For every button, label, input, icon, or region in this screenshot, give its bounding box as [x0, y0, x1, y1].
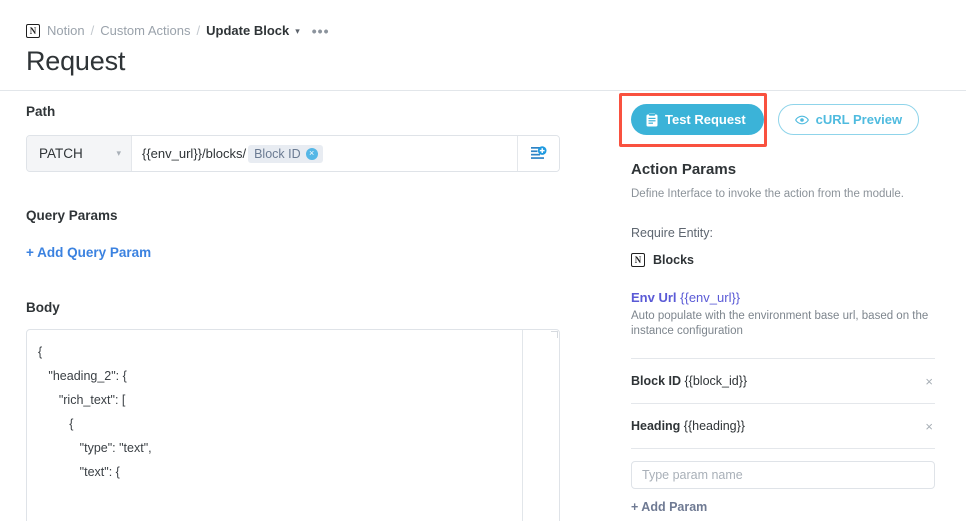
breadcrumb-item-custom-actions[interactable]: Custom Actions	[100, 23, 190, 39]
clipboard-icon	[646, 112, 658, 126]
http-method-select[interactable]: PATCH ▾	[27, 136, 132, 171]
breadcrumb-separator: /	[90, 23, 95, 38]
query-params-section-label: Query Params	[26, 208, 118, 223]
action-params-title: Action Params	[631, 161, 737, 178]
page-header: N Notion / Custom Actions / Update Block…	[0, 0, 966, 91]
entity-name: Blocks	[653, 253, 694, 267]
param-name-block-id: Block ID	[631, 374, 682, 388]
env-url-title: Env Url {{env_url}}	[631, 290, 935, 305]
param-token-block-id: {{block_id}}	[684, 374, 748, 388]
resize-handle[interactable]	[551, 331, 558, 338]
entity-row: N Blocks	[631, 253, 935, 267]
remove-param-icon[interactable]: ×	[923, 375, 935, 388]
env-url-description: Auto populate with the environment base …	[631, 310, 929, 337]
env-url-param: Env Url {{env_url}} Auto populate with t…	[631, 290, 935, 339]
more-options-icon[interactable]: •••	[312, 24, 330, 38]
action-buttons-row: Test Request cURL Preview	[631, 104, 935, 135]
remove-param-icon[interactable]: ×	[923, 420, 935, 433]
chevron-down-icon[interactable]: ▾	[295, 26, 300, 36]
http-method-value: PATCH	[39, 146, 83, 161]
insert-variable-button[interactable]	[517, 136, 559, 171]
add-query-param-link[interactable]: + Add Query Param	[26, 245, 151, 260]
eye-icon	[794, 115, 809, 124]
curl-preview-button[interactable]: cURL Preview	[777, 104, 920, 135]
breadcrumb-separator: /	[196, 23, 201, 38]
path-variable-chip-label: Block ID	[254, 146, 301, 161]
request-right-panel: Test Request cURL Preview Action Params …	[619, 93, 935, 516]
action-params-subtitle: Define Interface to invoke the action fr…	[631, 188, 904, 200]
test-request-button[interactable]: Test Request	[631, 104, 764, 135]
path-url-text: {{env_url}}/blocks/	[142, 146, 247, 161]
curl-preview-label: cURL Preview	[815, 112, 903, 127]
param-label: Block ID {{block_id}}	[631, 374, 747, 388]
breadcrumb: N Notion / Custom Actions / Update Block…	[26, 23, 329, 39]
page-title: Request	[26, 46, 126, 76]
path-variable-chip[interactable]: Block ID ×	[248, 144, 323, 163]
chevron-down-icon: ▾	[116, 148, 121, 158]
path-section-label: Path	[26, 104, 56, 119]
breadcrumb-item-notion[interactable]: Notion	[47, 23, 85, 39]
body-code-content: { "heading_2": { "rich_text": [ { "type"…	[38, 345, 152, 479]
header-divider	[0, 90, 966, 91]
request-editor-page: N Notion / Custom Actions / Update Block…	[0, 0, 966, 521]
param-divider	[631, 448, 935, 449]
close-icon[interactable]: ×	[305, 147, 318, 160]
body-section-label: Body	[26, 300, 60, 315]
path-field-row: PATCH ▾ {{env_url}}/blocks/ Block ID ×	[26, 135, 560, 172]
param-label: Heading {{heading}}	[631, 419, 745, 433]
param-token-heading: {{heading}}	[683, 419, 745, 433]
env-url-token: {{env_url}}	[680, 290, 741, 305]
new-param-input[interactable]	[631, 461, 935, 489]
test-request-label: Test Request	[665, 112, 746, 127]
add-param-link[interactable]: + Add Param	[631, 500, 707, 514]
notion-icon: N	[26, 24, 40, 38]
insert-variable-icon	[531, 146, 547, 159]
path-input[interactable]: {{env_url}}/blocks/ Block ID ×	[132, 136, 517, 171]
param-row-heading[interactable]: Heading {{heading}} ×	[631, 404, 935, 448]
breadcrumb-item-update-block[interactable]: Update Block	[206, 23, 289, 39]
param-name-heading: Heading	[631, 419, 681, 433]
param-row-block-id[interactable]: Block ID {{block_id}} ×	[631, 359, 935, 403]
code-editor-divider	[522, 330, 523, 521]
env-url-name: Env Url	[631, 290, 677, 305]
notion-icon: N	[631, 253, 645, 267]
body-code-editor[interactable]: { "heading_2": { "rich_text": [ { "type"…	[26, 329, 560, 521]
require-entity-label: Require Entity:	[631, 226, 713, 240]
request-left-panel: Path PATCH ▾ {{env_url}}/blocks/ Block I…	[26, 104, 560, 521]
